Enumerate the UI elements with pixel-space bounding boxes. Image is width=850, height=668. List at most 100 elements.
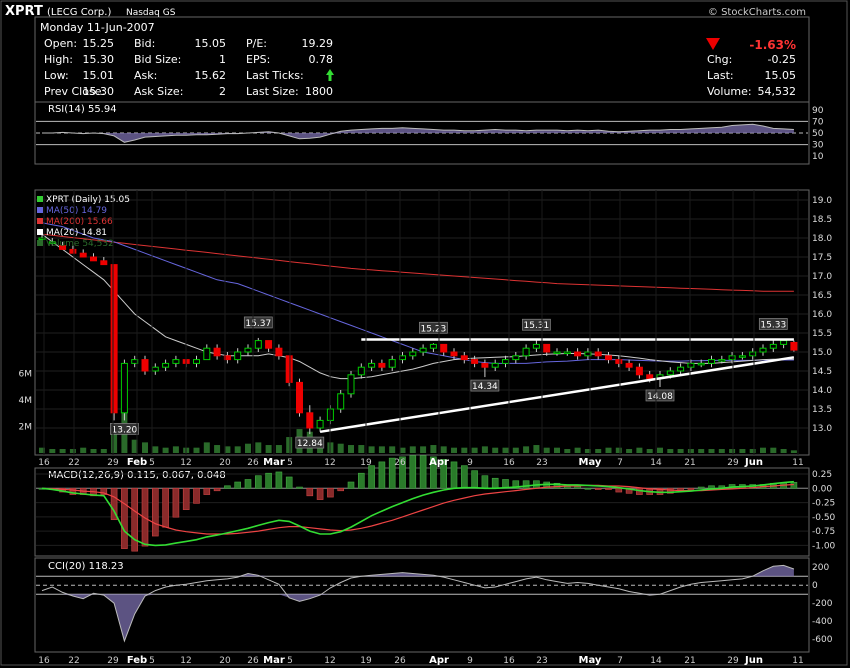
x-tick-label-bottom: 11 bbox=[792, 656, 803, 666]
macd-histogram-bar bbox=[255, 475, 262, 489]
x-tick-label-bottom: 5 bbox=[287, 656, 293, 666]
price-tick-label: 13.0 bbox=[812, 424, 832, 434]
x-tick-label-bottom: May bbox=[579, 655, 602, 666]
volume-bar bbox=[554, 447, 560, 453]
candle-body bbox=[687, 362, 695, 368]
macd-histogram-bar bbox=[708, 485, 715, 489]
candle-body bbox=[306, 412, 314, 429]
candle-body bbox=[615, 359, 623, 364]
macd-histogram-bar bbox=[584, 487, 592, 490]
candle-body bbox=[718, 359, 726, 362]
candle-body bbox=[646, 374, 654, 380]
volume-bar bbox=[152, 446, 159, 453]
x-tick-label-top: 29 bbox=[107, 458, 119, 468]
macd-histogram-bar bbox=[491, 477, 499, 489]
macd-histogram-bar bbox=[203, 487, 211, 495]
price-tick-label: 15.0 bbox=[812, 348, 832, 358]
volume-bar bbox=[451, 447, 457, 453]
macd-histogram-bar bbox=[605, 487, 612, 490]
cci-panel: CCI(20) 118.23 200 0 -200 -400 -600 bbox=[36, 561, 833, 645]
legend-swatch bbox=[37, 207, 43, 213]
candle-body bbox=[677, 366, 685, 372]
macd-histogram-bar bbox=[162, 487, 169, 528]
rsi-tick-label: 10 bbox=[812, 152, 824, 162]
pe-label: P/E: bbox=[246, 37, 267, 50]
volume-bar bbox=[245, 443, 251, 453]
x-tick-label-bottom: 7 bbox=[617, 656, 623, 666]
x-tick-label-bottom: Jun bbox=[744, 655, 763, 666]
volume-bar bbox=[348, 445, 354, 453]
macd-tick-label: -0.50 bbox=[812, 513, 836, 523]
volume-bar bbox=[533, 445, 540, 453]
last-label: Last: bbox=[707, 69, 734, 82]
legend-entry: MA(20) 14.81 bbox=[46, 228, 107, 238]
cci-area-below bbox=[42, 594, 794, 641]
last-size-value: 1800 bbox=[305, 85, 333, 98]
price-tick-label: 13.5 bbox=[812, 405, 832, 415]
candle-body bbox=[605, 355, 612, 361]
macd-tick-label: -1.00 bbox=[812, 541, 836, 551]
candle-body bbox=[388, 359, 396, 368]
low-value: 15.01 bbox=[83, 69, 115, 82]
volume-bar bbox=[234, 446, 241, 453]
price-annotation-label: 15.23 bbox=[421, 324, 447, 334]
volume-bar bbox=[615, 447, 622, 453]
x-tick-label-bottom: 5 bbox=[149, 656, 155, 666]
candle-body bbox=[378, 362, 386, 368]
macd-histogram-bar bbox=[327, 487, 334, 498]
price-annotation-label: 15.33 bbox=[760, 320, 786, 330]
volume-bar bbox=[461, 447, 468, 453]
rsi-area-below bbox=[42, 133, 794, 143]
x-tick-label-bottom: 19 bbox=[360, 656, 372, 666]
x-tick-label-top: 29 bbox=[727, 458, 739, 468]
legend-swatch bbox=[37, 229, 43, 235]
candle-body bbox=[532, 343, 540, 349]
macd-histogram-bar bbox=[121, 487, 128, 549]
macd-histogram-bar bbox=[131, 487, 138, 552]
x-tick-label-top: 14 bbox=[650, 458, 662, 468]
ma20-line bbox=[41, 233, 794, 380]
volume-value: 54,532 bbox=[758, 85, 797, 98]
volume-bar bbox=[172, 446, 179, 453]
volume-bar bbox=[657, 447, 663, 453]
volume-bar bbox=[111, 433, 118, 453]
volume-bar bbox=[193, 447, 200, 453]
price-tick-label: 18.0 bbox=[812, 234, 832, 244]
macd-histogram-bar bbox=[285, 476, 293, 489]
ma200-line bbox=[41, 233, 794, 292]
volume-bar bbox=[739, 449, 746, 453]
chg-label: Chg: bbox=[707, 53, 732, 66]
x-tick-label-top: 5 bbox=[287, 458, 293, 468]
volume-bar bbox=[358, 445, 365, 453]
volume-tick-label: 6M bbox=[19, 369, 33, 379]
volume-bar bbox=[275, 445, 282, 453]
volume-bar bbox=[646, 449, 653, 453]
macd-histogram-bar bbox=[316, 487, 324, 500]
ask-label: Ask: bbox=[134, 69, 157, 82]
candle-body bbox=[460, 355, 468, 361]
volume-bar bbox=[626, 449, 633, 453]
volume-bar bbox=[502, 447, 509, 453]
down-triangle-icon bbox=[706, 38, 720, 50]
volume-bar bbox=[708, 449, 715, 453]
volume-bar bbox=[667, 449, 674, 453]
candle-body bbox=[316, 419, 324, 429]
macd-tick-label: -0.25 bbox=[812, 499, 835, 509]
eps-value: 0.78 bbox=[309, 53, 334, 66]
price-tick-label: 15.5 bbox=[812, 329, 832, 339]
candle-body bbox=[440, 343, 448, 353]
x-tick-label-bottom: Mar bbox=[263, 655, 285, 666]
macd-histogram-bar bbox=[172, 487, 180, 518]
candle-body bbox=[522, 347, 530, 357]
candle-body bbox=[409, 351, 417, 357]
candle-body bbox=[141, 359, 149, 372]
low-label: Low: bbox=[44, 69, 69, 82]
volume-bar bbox=[286, 437, 293, 453]
legend-swatch bbox=[37, 218, 43, 224]
watermark: © StockCharts.com bbox=[708, 7, 806, 18]
volume-bar bbox=[440, 446, 447, 453]
x-tick-label-top: May bbox=[579, 457, 602, 468]
cci-area-above bbox=[42, 565, 794, 577]
price-tick-label: 19.0 bbox=[812, 196, 832, 206]
company-name: (LECG Corp.) bbox=[47, 7, 111, 18]
